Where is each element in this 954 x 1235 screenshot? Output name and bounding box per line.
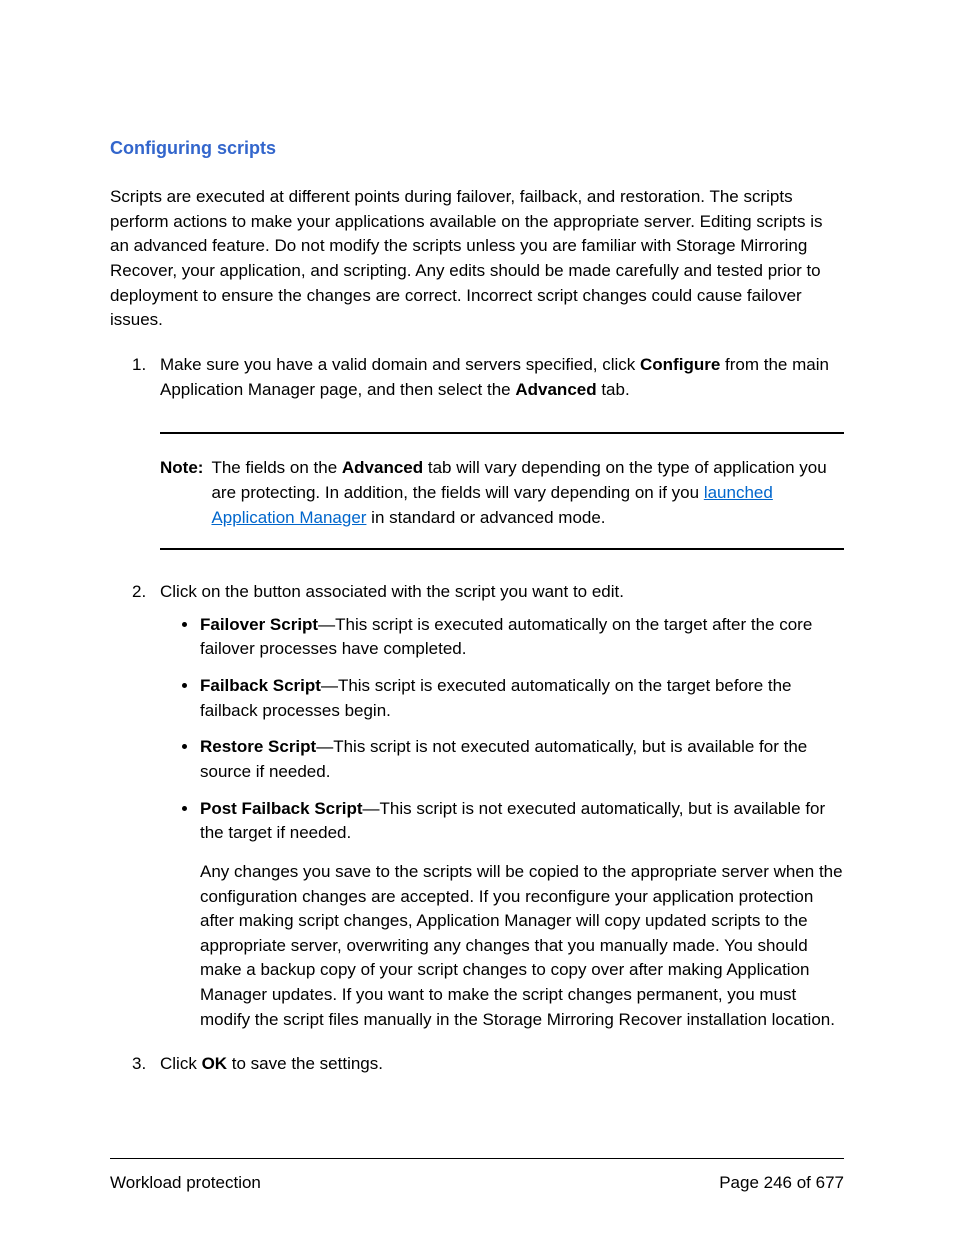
step-2: Click on the button associated with the … <box>160 580 844 1032</box>
bullet-failback: Failback Script—This script is executed … <box>200 674 844 723</box>
bullet-post-failback: Post Failback Script—This script is not … <box>200 797 844 846</box>
step-1: Make sure you have a valid domain and se… <box>160 353 844 550</box>
bullet-restore: Restore Script—This script is not execut… <box>200 735 844 784</box>
note-label: Note: <box>160 456 211 530</box>
script-bullets: Failover Script—This script is executed … <box>160 613 844 846</box>
step-3: Click OK to save the settings. <box>160 1052 844 1077</box>
bullet-failover: Failover Script—This script is executed … <box>200 613 844 662</box>
intro-paragraph: Scripts are executed at different points… <box>110 185 844 333</box>
note-text: The fields on the Advanced tab will vary… <box>211 456 844 530</box>
footer-right: Page 246 of 677 <box>719 1171 844 1196</box>
footer-left: Workload protection <box>110 1171 261 1196</box>
note-box: Note: The fields on the Advanced tab wil… <box>160 432 844 550</box>
step2-followup: Any changes you save to the scripts will… <box>160 860 844 1032</box>
step1-text: Make sure you have a valid domain and se… <box>160 355 829 399</box>
page-footer: Workload protection Page 246 of 677 <box>110 1158 844 1196</box>
step2-intro: Click on the button associated with the … <box>160 582 624 601</box>
steps-list: Make sure you have a valid domain and se… <box>110 353 844 1077</box>
section-heading: Configuring scripts <box>110 135 844 161</box>
step3-text: Click OK to save the settings. <box>160 1054 383 1073</box>
